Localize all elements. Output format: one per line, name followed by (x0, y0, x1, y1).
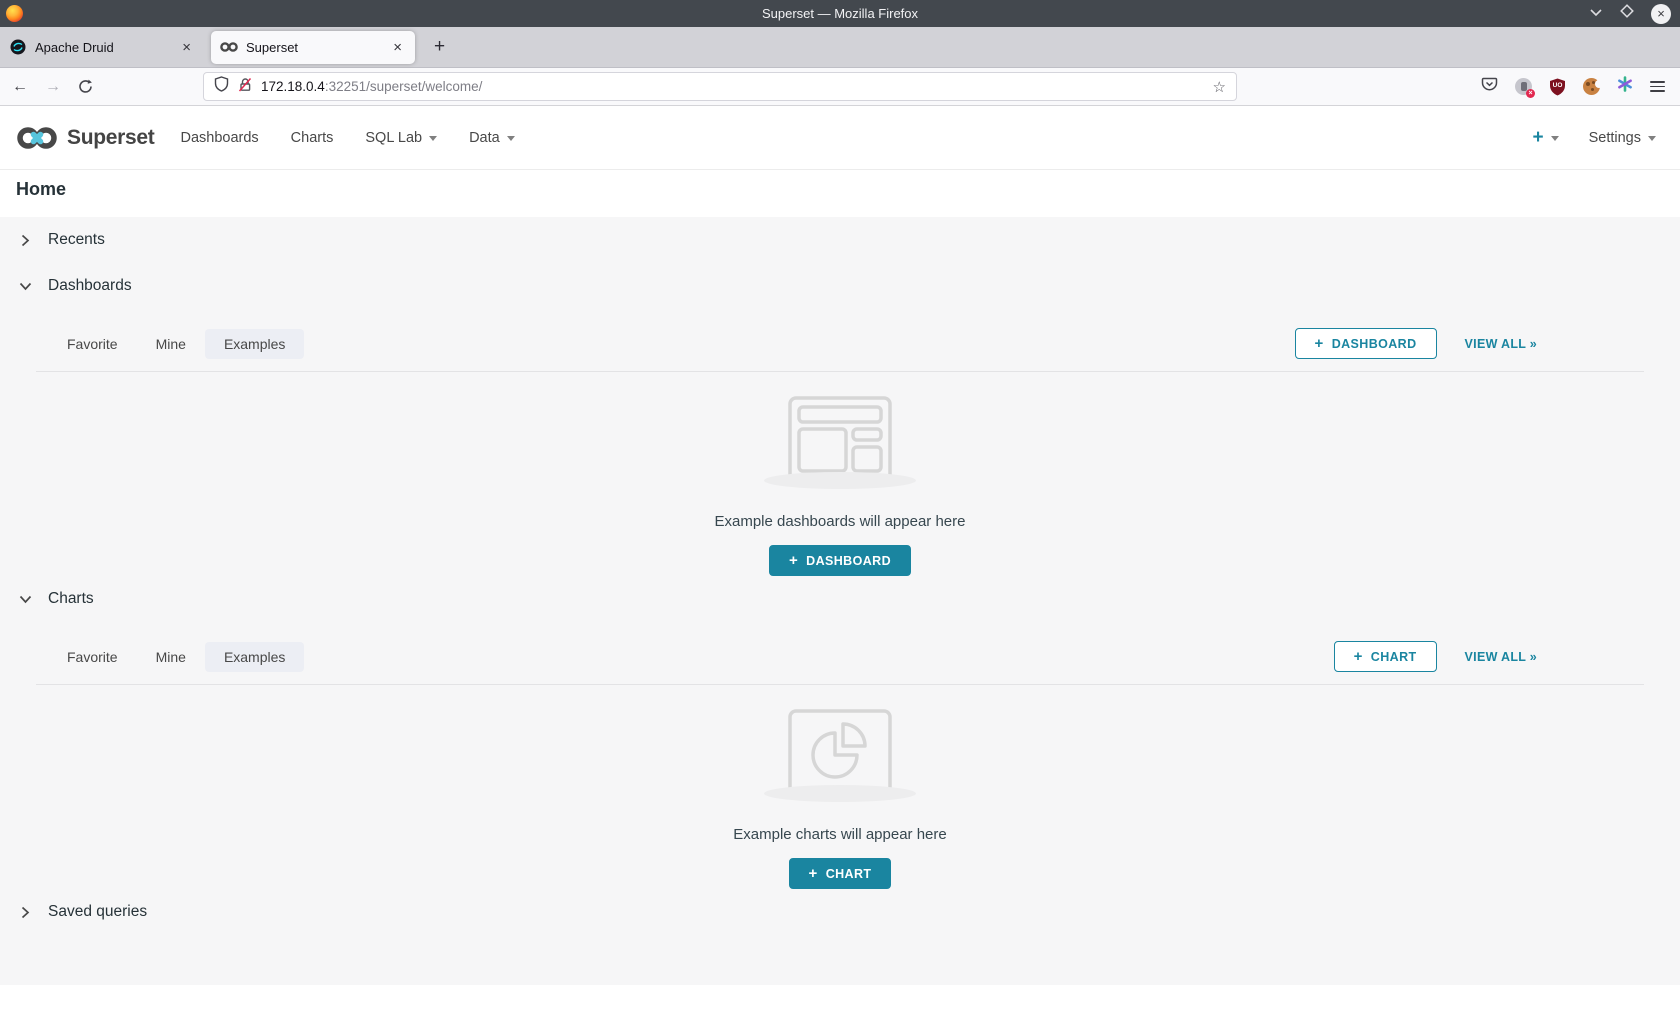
window-close-icon[interactable]: × (1651, 4, 1671, 24)
plus-icon: + (809, 865, 818, 882)
superset-favicon-icon (220, 39, 238, 55)
insecure-lock-icon[interactable] (238, 77, 252, 97)
section-label: Charts (48, 590, 94, 608)
tab-examples[interactable]: Examples (205, 642, 304, 672)
tab-mine[interactable]: Mine (137, 329, 205, 359)
extension-icon[interactable]: × (1515, 78, 1532, 95)
view-all-dashboards-link[interactable]: VIEW ALL » (1465, 337, 1537, 351)
superset-logo[interactable]: Superset (16, 125, 154, 151)
plus-icon: + (789, 552, 798, 569)
add-chart-button[interactable]: +CHART (1334, 641, 1437, 672)
toolbar-extensions: × UO (1481, 76, 1668, 97)
dashboards-controls: Favorite Mine Examples +DASHBOARD VIEW A… (0, 328, 1680, 359)
window-minimize-icon[interactable] (1589, 5, 1603, 23)
add-dashboard-button-primary[interactable]: +DASHBOARD (769, 545, 911, 576)
section-dashboards[interactable]: Dashboards (0, 263, 1680, 309)
empty-state-text: Example dashboards will appear here (715, 513, 966, 530)
superset-infinity-icon (16, 125, 58, 151)
chevron-down-icon (19, 282, 32, 291)
new-item-menu[interactable]: + (1532, 128, 1558, 147)
dashboard-placeholder-icon (788, 396, 892, 482)
url-bar[interactable]: 172.18.0.4:32251/superset/welcome/ ☆ (203, 72, 1237, 101)
tab-close-icon[interactable]: × (389, 39, 406, 56)
tab-favorite[interactable]: Favorite (48, 642, 137, 672)
chevron-down-icon (1551, 136, 1559, 141)
url-host: 172.18.0.4 (261, 79, 325, 94)
view-all-charts-link[interactable]: VIEW ALL » (1465, 650, 1537, 664)
section-divider (36, 684, 1644, 685)
browser-toolbar: ← → 172.18.0.4:32251/superset/welcome/ ☆… (0, 68, 1680, 106)
nav-item-sql-lab[interactable]: SQL Lab (349, 130, 453, 146)
url-text[interactable]: 172.18.0.4:32251/superset/welcome/ (261, 79, 1213, 94)
reload-icon[interactable] (78, 79, 93, 94)
section-saved-queries[interactable]: Saved queries (0, 889, 1680, 935)
brand-name: Superset (67, 126, 154, 150)
tab-label: Superset (246, 40, 389, 55)
back-icon[interactable]: ← (12, 78, 28, 96)
empty-state-text: Example charts will appear here (733, 826, 946, 843)
new-tab-button[interactable]: + (420, 36, 459, 58)
nav-item-dashboards[interactable]: Dashboards (164, 130, 274, 146)
section-charts[interactable]: Charts (0, 576, 1680, 622)
window-titlebar: Superset — Mozilla Firefox × (0, 0, 1680, 27)
placeholder-shadow (764, 785, 916, 802)
tab-close-icon[interactable]: × (178, 39, 195, 56)
dashboards-empty-state: Example dashboards will appear here +DAS… (0, 396, 1680, 576)
charts-filter-tabs: Favorite Mine Examples (48, 642, 304, 672)
tab-superset[interactable]: Superset × (211, 31, 415, 64)
plus-icon: + (1354, 648, 1363, 665)
dashboards-filter-tabs: Favorite Mine Examples (48, 329, 304, 359)
tab-label: Apache Druid (35, 40, 178, 55)
tab-apache-druid[interactable]: Apache Druid × (0, 31, 204, 64)
page-header: Home (0, 170, 1680, 217)
chevron-right-icon (19, 234, 32, 247)
welcome-content: Recents Dashboards Favorite Mine Example… (0, 217, 1680, 985)
chevron-down-icon (1648, 136, 1656, 141)
charts-empty-state: Example charts will appear here +CHART (0, 709, 1680, 889)
plus-icon: + (1532, 128, 1543, 147)
tab-favorite[interactable]: Favorite (48, 329, 137, 359)
window-title: Superset — Mozilla Firefox (0, 6, 1680, 21)
chevron-down-icon (19, 595, 32, 604)
menu-icon[interactable] (1650, 81, 1665, 92)
settings-menu[interactable]: Settings (1589, 130, 1656, 146)
superset-navbar: Superset Dashboards Charts SQL Lab Data … (0, 106, 1680, 170)
section-label: Saved queries (48, 903, 147, 921)
druid-favicon-icon (9, 39, 27, 55)
section-divider (36, 371, 1644, 372)
page-title: Home (16, 179, 1664, 200)
tab-bar: Apache Druid × Superset × + (0, 27, 1680, 68)
cookie-icon[interactable] (1583, 78, 1600, 95)
nav-item-data[interactable]: Data (453, 130, 531, 146)
tab-mine[interactable]: Mine (137, 642, 205, 672)
ublock-shield-icon[interactable]: UO (1549, 78, 1566, 96)
chevron-right-icon (19, 906, 32, 919)
url-path: :32251/superset/welcome/ (325, 79, 483, 94)
chevron-down-icon (429, 136, 437, 141)
asterisk-extension-icon[interactable] (1617, 76, 1633, 97)
section-label: Dashboards (48, 277, 132, 295)
section-recents[interactable]: Recents (0, 217, 1680, 263)
shield-icon[interactable] (214, 76, 229, 97)
forward-icon[interactable]: → (45, 78, 61, 96)
plus-icon: + (1315, 335, 1324, 352)
add-dashboard-button[interactable]: +DASHBOARD (1295, 328, 1437, 359)
chart-placeholder-icon (788, 709, 892, 795)
placeholder-shadow (764, 472, 916, 489)
window-maximize-icon[interactable] (1620, 4, 1634, 23)
add-chart-button-primary[interactable]: +CHART (789, 858, 892, 889)
window-controls: × (1589, 4, 1680, 24)
charts-controls: Favorite Mine Examples +CHART VIEW ALL » (0, 641, 1680, 672)
chevron-down-icon (507, 136, 515, 141)
section-label: Recents (48, 231, 105, 249)
main-nav: Dashboards Charts SQL Lab Data (164, 130, 530, 146)
nav-item-charts[interactable]: Charts (275, 130, 350, 146)
bookmark-star-icon[interactable]: ☆ (1213, 78, 1226, 96)
pocket-icon[interactable] (1481, 76, 1498, 97)
tab-examples[interactable]: Examples (205, 329, 304, 359)
